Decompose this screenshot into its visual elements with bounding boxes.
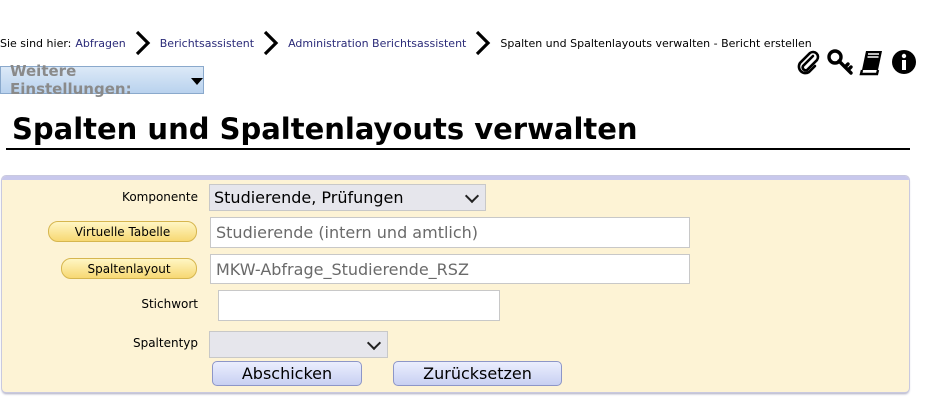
- breadcrumb-prefix: Sie sind hier:: [0, 36, 72, 50]
- info-icon[interactable]: [890, 48, 918, 76]
- book-icon[interactable]: [858, 48, 886, 76]
- chevron-right-icon: [132, 29, 154, 57]
- breadcrumb: Sie sind hier: Abfragen Berichtsassisten…: [0, 29, 812, 57]
- stichwort-input[interactable]: [218, 290, 500, 321]
- breadcrumb-link-abfragen[interactable]: Abfragen: [75, 37, 125, 50]
- form-panel-header-bar: [2, 176, 909, 180]
- key-icon[interactable]: [826, 48, 854, 76]
- breadcrumb-current: Spalten und Spaltenlayouts verwalten - B…: [500, 36, 812, 50]
- breadcrumb-link-administration[interactable]: Administration Berichtsassistent: [288, 37, 466, 50]
- chevron-right-icon: [260, 29, 282, 57]
- spaltenlayout-button[interactable]: Spaltenlayout: [61, 258, 197, 279]
- spaltentyp-label: Spaltentyp: [132, 336, 198, 350]
- caret-down-icon: [191, 78, 203, 85]
- chevron-down-icon: [464, 188, 480, 203]
- spaltentyp-select[interactable]: [209, 331, 388, 358]
- page-title: Spalten und Spaltenlayouts verwalten: [12, 112, 638, 146]
- breadcrumb-link-berichtsassistent[interactable]: Berichtsassistent: [160, 37, 254, 50]
- weitere-einstellungen-button[interactable]: Weitere Einstellungen:: [0, 62, 204, 98]
- toolbar-icons: [794, 48, 918, 76]
- chevron-down-icon: [366, 335, 382, 350]
- abschicken-button[interactable]: Abschicken: [212, 361, 362, 386]
- komponente-select[interactable]: Studierende, Prüfungen: [209, 184, 486, 211]
- komponente-select-value: Studierende, Prüfungen: [214, 188, 404, 207]
- paperclip-icon[interactable]: [794, 48, 822, 76]
- weitere-einstellungen-label: Weitere Einstellungen:: [10, 62, 132, 98]
- komponente-label: Komponente: [122, 190, 198, 204]
- spaltenlayout-field[interactable]: MKW-Abfrage_Studierende_RSZ: [210, 254, 690, 284]
- virtuelle-tabelle-button[interactable]: Virtuelle Tabelle: [48, 221, 197, 242]
- virtuelle-tabelle-field[interactable]: Studierende (intern und amtlich): [210, 217, 690, 248]
- title-divider: [6, 148, 910, 150]
- zuruecksetzen-button[interactable]: Zurücksetzen: [393, 361, 562, 386]
- chevron-right-icon: [472, 29, 494, 57]
- stichwort-label: Stichwort: [141, 297, 198, 311]
